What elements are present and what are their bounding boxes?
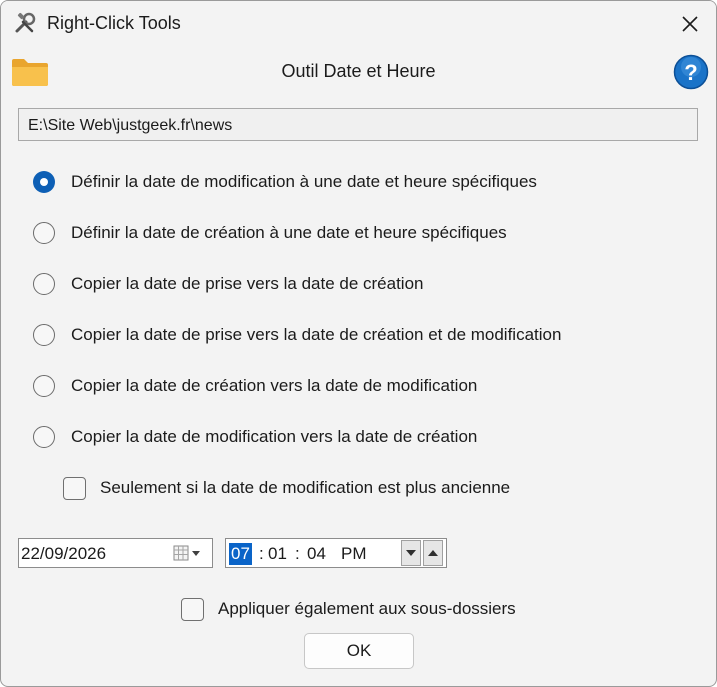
dialog-window: Right-Click Tools Outil Date et Heure ? … bbox=[0, 0, 717, 687]
option-copy-taken-to-creation-and-modification[interactable]: Copier la date de prise vers la date de … bbox=[33, 322, 561, 348]
subfolders-label: Appliquer également aux sous-dossiers bbox=[218, 599, 516, 618]
radio-button[interactable] bbox=[33, 171, 55, 193]
svg-text:?: ? bbox=[684, 60, 697, 85]
time-separator: : bbox=[259, 544, 264, 563]
window-title: Right-Click Tools bbox=[47, 13, 181, 33]
option-set-modification-date[interactable]: Définir la date de modification à une da… bbox=[33, 169, 537, 195]
option-label: Copier la date de prise vers la date de … bbox=[71, 325, 562, 344]
time-second-field[interactable]: 04 bbox=[307, 543, 326, 565]
folder-path-text: E:\Site Web\justgeek.fr\news bbox=[28, 117, 233, 134]
option-label: Copier la date de création vers la date … bbox=[71, 376, 478, 395]
time-increment-button[interactable] bbox=[423, 540, 443, 566]
only-if-older-checkbox-row[interactable]: Seulement si la date de modification est… bbox=[63, 475, 510, 501]
option-label: Copier la date de modification vers la d… bbox=[71, 427, 478, 446]
time-minute-field[interactable]: 01 bbox=[268, 543, 287, 565]
subfolders-checkbox-row[interactable]: Appliquer également aux sous-dossiers bbox=[181, 596, 516, 622]
calendar-dropdown-icon bbox=[173, 545, 200, 561]
option-label: Définir la date de modification à une da… bbox=[71, 172, 537, 191]
close-icon bbox=[682, 16, 698, 32]
triangle-down-icon bbox=[406, 550, 416, 556]
time-picker[interactable]: 07 : 01 : 04 PM bbox=[225, 538, 447, 568]
only-if-older-label: Seulement si la date de modification est… bbox=[100, 478, 511, 497]
option-label: Copier la date de prise vers la date de … bbox=[71, 274, 424, 293]
date-value[interactable]: 22/09/2026 bbox=[21, 544, 106, 564]
radio-button[interactable] bbox=[33, 273, 55, 295]
close-button[interactable] bbox=[677, 11, 703, 37]
time-hour-field[interactable]: 07 bbox=[229, 543, 252, 565]
only-if-older-checkbox[interactable] bbox=[63, 476, 86, 500]
help-icon[interactable]: ? bbox=[673, 54, 709, 90]
calendar-dropdown-button[interactable] bbox=[173, 543, 205, 563]
option-copy-creation-to-modification[interactable]: Copier la date de création vers la date … bbox=[33, 373, 477, 399]
option-label: Définir la date de création à une date e… bbox=[71, 223, 507, 242]
date-picker[interactable]: 22/09/2026 bbox=[18, 538, 213, 568]
time-separator: : bbox=[295, 544, 300, 563]
ok-button-label: OK bbox=[346, 641, 372, 660]
radio-button[interactable] bbox=[33, 324, 55, 346]
time-decrement-button[interactable] bbox=[401, 540, 421, 566]
ok-button[interactable]: OK bbox=[304, 633, 414, 669]
option-copy-modification-to-creation[interactable]: Copier la date de modification vers la d… bbox=[33, 424, 477, 450]
option-copy-taken-to-creation[interactable]: Copier la date de prise vers la date de … bbox=[33, 271, 423, 297]
folder-path-field: E:\Site Web\justgeek.fr\news bbox=[18, 108, 698, 141]
triangle-up-icon bbox=[428, 550, 438, 556]
option-set-creation-date[interactable]: Définir la date de création à une date e… bbox=[33, 220, 507, 246]
radio-button[interactable] bbox=[33, 375, 55, 397]
radio-button[interactable] bbox=[33, 426, 55, 448]
radio-button[interactable] bbox=[33, 222, 55, 244]
subfolders-checkbox[interactable] bbox=[181, 597, 204, 621]
tool-heading: Outil Date et Heure bbox=[281, 61, 436, 81]
title-bar: Right-Click Tools bbox=[1, 1, 716, 45]
tools-icon bbox=[15, 12, 36, 33]
time-ampm-field[interactable]: PM bbox=[341, 543, 367, 565]
